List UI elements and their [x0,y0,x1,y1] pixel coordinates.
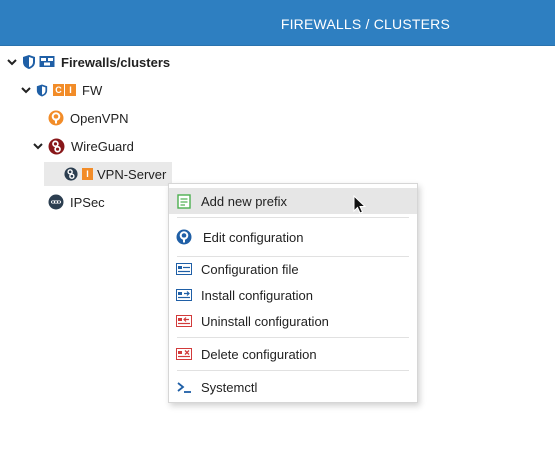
badge-c: C [53,84,64,96]
badge-i: I [65,84,76,96]
menu-item-configuration-file[interactable]: Configuration file [169,256,417,282]
tree-fw-label: FW [82,82,103,98]
tree-wireguard-label: WireGuard [71,138,134,154]
chevron-down-icon[interactable] [32,140,44,152]
menu-item-label: Install configuration [201,287,314,303]
tree-root-label: Firewalls/clusters [61,54,171,70]
openvpn-icon [48,110,64,126]
menu-item-delete-configuration[interactable]: Delete configuration [169,341,417,367]
ipsec-icon [48,194,64,210]
menu-item-label: Configuration file [201,261,299,277]
firewall-cluster-icon [39,55,55,69]
add-prefix-icon [175,192,193,210]
wireguard-icon [48,138,65,155]
shield-icon [22,54,36,70]
tree-item-root[interactable]: Firewalls/clusters [6,50,170,74]
menu-separator [177,370,409,371]
badge-i: I [82,168,93,180]
context-menu: Add new prefix Edit configuration Config… [168,183,418,403]
menu-item-edit-configuration[interactable]: Edit configuration [169,222,417,252]
shield-icon [36,83,48,98]
terminal-icon [175,378,193,396]
menu-separator [177,337,409,338]
tree-item-vpn-server[interactable]: I VPN-Server [44,162,172,186]
header-bar: FIREWALLS / CLUSTERS [0,0,555,46]
menu-item-label: Uninstall configuration [201,313,329,329]
menu-item-label: Edit configuration [203,229,304,245]
install-config-icon [175,286,193,304]
tree-item-fw[interactable]: C I FW [20,78,102,102]
chevron-down-icon[interactable] [6,56,18,68]
menu-item-install-configuration[interactable]: Install configuration [169,282,417,308]
tree-item-openvpn[interactable]: OpenVPN [48,106,129,130]
menu-separator [177,217,409,218]
wireguard-icon [64,167,78,181]
menu-item-label: Add new prefix [201,193,287,209]
chevron-down-icon[interactable] [20,84,32,96]
uninstall-config-icon [175,312,193,330]
delete-config-icon [175,345,193,363]
tree-openvpn-label: OpenVPN [70,110,129,126]
menu-item-systemctl[interactable]: Systemctl [169,374,417,400]
menu-item-label: Systemctl [201,379,258,395]
menu-item-add-new-prefix[interactable]: Add new prefix [169,188,417,214]
header-title: FIREWALLS / CLUSTERS [280,16,450,32]
tree-item-ipsec[interactable]: IPSec [48,190,105,214]
openvpn-edit-icon [175,228,193,246]
menu-item-label: Delete configuration [201,346,317,362]
config-file-icon [175,260,193,278]
tree-ipsec-label: IPSec [70,194,105,210]
tree-item-wireguard[interactable]: WireGuard [32,134,134,158]
tree-vpn-server-label: VPN-Server [97,166,167,182]
menu-item-uninstall-configuration[interactable]: Uninstall configuration [169,308,417,334]
mouse-cursor-icon [353,195,367,214]
